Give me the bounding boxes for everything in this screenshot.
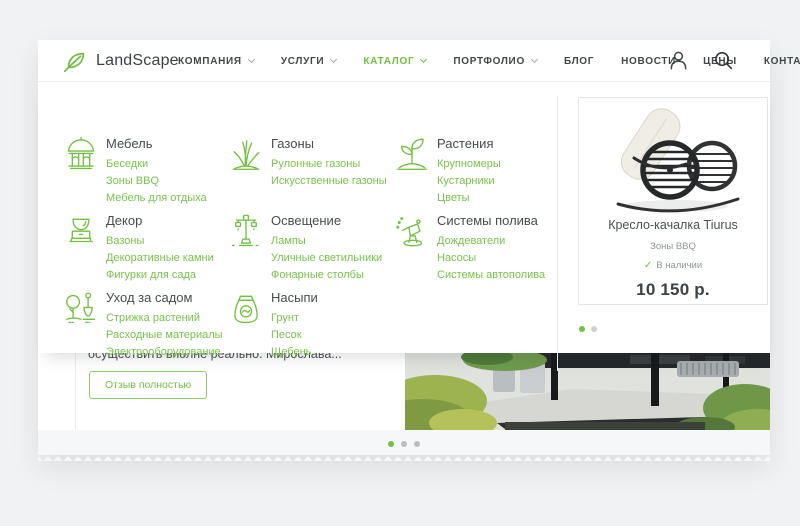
nav-item-portfolio[interactable]: ПОРТФОЛИО [453, 56, 537, 67]
header-icons [668, 50, 734, 71]
gazebo-icon [62, 136, 100, 174]
category-link[interactable]: Песок [271, 327, 318, 344]
sprinkler-icon [393, 213, 431, 251]
category-link[interactable]: Крупномеры [437, 156, 501, 173]
testimonial-slider-dots [38, 441, 770, 447]
category-plants: Растения Крупномеры Кустарники Цветы [393, 136, 558, 213]
nav-item-catalog[interactable]: КАТАЛОГ [363, 56, 426, 67]
category-irrigation: Системы полива Дождеватели Насосы Систем… [393, 213, 558, 290]
category-title[interactable]: Освещение [271, 213, 382, 228]
slider-dot[interactable] [591, 326, 597, 332]
search-icon[interactable] [713, 50, 734, 71]
check-icon: ✓ [644, 260, 652, 271]
brand-name: LandScape [96, 52, 179, 70]
category-link[interactable]: Расходные материалы [106, 327, 223, 344]
slider-dot[interactable] [401, 441, 407, 447]
category-decor: Декор Вазоны Декоративные камни Фигурки … [62, 213, 227, 290]
slider-dot[interactable] [414, 441, 420, 447]
category-title[interactable]: Уход за садом [106, 290, 223, 305]
category-link[interactable]: Цветы [437, 190, 501, 207]
site-window: осуществить вполне реально. Мирослава...… [38, 40, 770, 455]
category-link[interactable]: Щебень [271, 344, 318, 361]
category-fill-materials: Насыпи Грунт Песок Щебень [227, 290, 392, 367]
category-link[interactable]: Насосы [437, 250, 545, 267]
nav-item-blog[interactable]: БЛОГ [564, 56, 594, 67]
category-link[interactable]: Рулонные газоны [271, 156, 387, 173]
category-link[interactable]: Кустарники [437, 173, 501, 190]
category-link[interactable]: Системы автополива [437, 267, 545, 284]
category-link[interactable]: Искусственные газоны [271, 173, 387, 190]
featured-product-card[interactable]: Кресло-качалка Tiurus Зоны BBQ ✓ В наличи… [578, 97, 768, 305]
garden-photo [405, 353, 770, 430]
category-link[interactable]: Дождеватели [437, 233, 545, 250]
availability-label: В наличии [656, 260, 702, 271]
grass-icon [227, 136, 265, 174]
category-link[interactable]: Декоративные камни [106, 250, 214, 267]
product-category[interactable]: Зоны BBQ [579, 241, 767, 252]
chevron-down-icon [531, 56, 538, 63]
nav-item-services[interactable]: УСЛУГИ [281, 56, 337, 67]
category-link[interactable]: Уличные светильники [271, 250, 382, 267]
account-icon[interactable] [668, 50, 689, 71]
category-link[interactable]: Грунт [271, 310, 318, 327]
catalog-mega-menu: Мебель Беседки Зоны BBQ Мебель для отдых… [38, 82, 770, 353]
category-link[interactable]: Зоны BBQ [106, 173, 207, 190]
street-lamp-icon [227, 213, 265, 251]
category-link[interactable]: Электрооборудование [106, 344, 223, 361]
product-availability: ✓ В наличии [579, 260, 767, 271]
nav-item-company[interactable]: КОМПАНИЯ [178, 56, 254, 67]
category-title[interactable]: Системы полива [437, 213, 545, 228]
category-garden-care: Уход за садом Стрижка растений Расходные… [62, 290, 227, 367]
vase-icon [62, 213, 100, 251]
chevron-down-icon [330, 56, 337, 63]
rocking-chair-image [588, 104, 758, 216]
slider-dot[interactable] [388, 441, 394, 447]
torn-edge-decoration [38, 455, 770, 461]
garden-care-icon [62, 290, 100, 328]
category-title[interactable]: Растения [437, 136, 501, 151]
product-slider-dots [579, 326, 597, 332]
sprout-icon [393, 136, 431, 174]
chevron-down-icon [420, 56, 427, 63]
logo[interactable]: LandScape [62, 48, 179, 74]
category-link[interactable]: Фигурки для сада [106, 267, 214, 284]
product-title[interactable]: Кресло-качалка Tiurus [579, 218, 767, 232]
category-lighting: Освещение Лампы Уличные светильники Фона… [227, 213, 392, 290]
sack-icon [227, 290, 265, 328]
category-title[interactable]: Декор [106, 213, 214, 228]
category-link[interactable]: Мебель для отдыха [106, 190, 207, 207]
category-title[interactable]: Мебель [106, 136, 207, 151]
category-furniture: Мебель Беседки Зоны BBQ Мебель для отдых… [62, 136, 227, 213]
category-link[interactable]: Беседки [106, 156, 207, 173]
nav-item-contacts[interactable]: КОНТАКТЫ [764, 56, 800, 67]
category-link[interactable]: Фонарные столбы [271, 267, 382, 284]
chevron-down-icon [248, 56, 255, 63]
category-link[interactable]: Вазоны [106, 233, 214, 250]
category-link[interactable]: Лампы [271, 233, 382, 250]
slider-dot[interactable] [579, 326, 585, 332]
category-title[interactable]: Насыпи [271, 290, 318, 305]
site-header: LandScape КОМПАНИЯ УСЛУГИ КАТАЛОГ ПОРТФО… [38, 40, 770, 82]
category-lawns: Газоны Рулонные газоны Искусственные газ… [227, 136, 392, 213]
leaf-icon [62, 48, 88, 74]
product-price: 10 150 р. [579, 280, 767, 300]
full-review-button[interactable]: Отзыв полностью [89, 371, 207, 399]
garden-photo-illustration [405, 353, 770, 430]
category-title[interactable]: Газоны [271, 136, 387, 151]
category-link[interactable]: Стрижка растений [106, 310, 223, 327]
